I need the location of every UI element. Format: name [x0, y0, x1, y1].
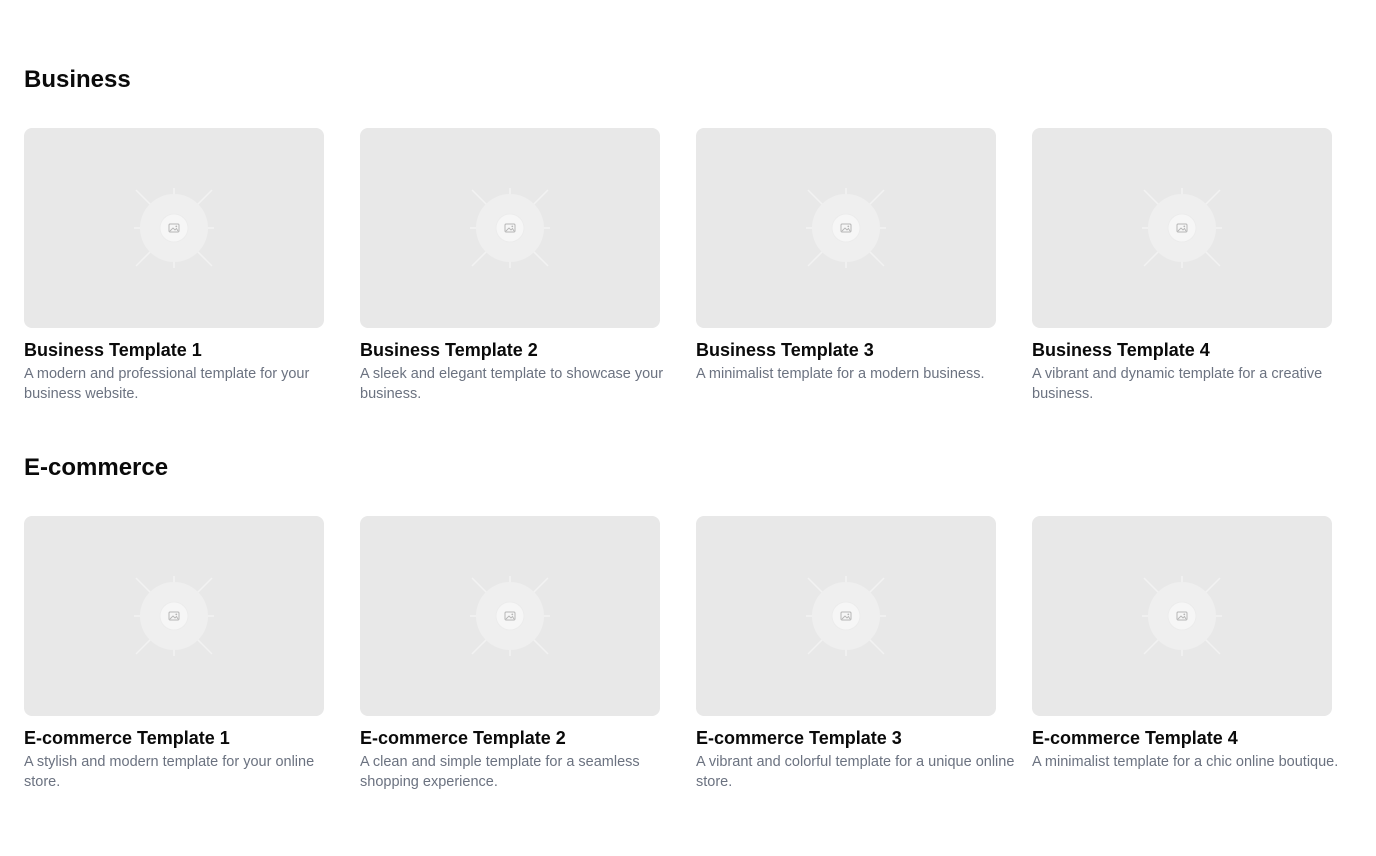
image-placeholder-icon: [1142, 576, 1222, 656]
template-title[interactable]: Business Template 3: [696, 339, 1026, 361]
template-card[interactable]: Business Template 1 A modern and profess…: [24, 128, 344, 402]
image-placeholder-icon: [806, 576, 886, 656]
template-title[interactable]: E-commerce Template 2: [360, 727, 690, 749]
template-card[interactable]: Business Template 4 A vibrant and dynami…: [1032, 128, 1352, 402]
template-grid: E-commerce Template 1 A stylish and mode…: [24, 516, 1364, 806]
image-placeholder-icon: [806, 188, 886, 268]
template-description: A sleek and elegant template to showcase…: [360, 366, 664, 402]
template-thumbnail[interactable]: [696, 516, 996, 716]
template-thumbnail[interactable]: [1032, 128, 1332, 328]
template-thumbnail[interactable]: [1032, 516, 1332, 716]
section-title: Business: [24, 66, 131, 93]
template-card[interactable]: E-commerce Template 1 A stylish and mode…: [24, 516, 344, 790]
template-card[interactable]: E-commerce Template 3 A vibrant and colo…: [696, 516, 1016, 790]
template-grid: Business Template 1 A modern and profess…: [24, 128, 1364, 418]
template-title[interactable]: E-commerce Template 1: [24, 727, 354, 749]
template-thumbnail[interactable]: [696, 128, 996, 328]
template-description: A minimalist template for a chic online …: [1032, 754, 1339, 770]
template-card[interactable]: Business Template 3 A minimalist templat…: [696, 128, 1016, 382]
template-card[interactable]: E-commerce Template 2 A clean and simple…: [360, 516, 680, 790]
ecommerce-section: E-commerce E-commerce Template 1 A styli…: [24, 452, 1364, 790]
section-title: E-commerce: [24, 454, 169, 481]
template-title[interactable]: Business Template 2: [360, 339, 690, 361]
template-thumbnail[interactable]: [360, 128, 660, 328]
image-placeholder-icon: [134, 576, 214, 656]
image-placeholder-icon: [134, 188, 214, 268]
templates-page: Business Business Template 1 A modern an…: [0, 0, 1376, 856]
template-thumbnail[interactable]: [360, 516, 660, 716]
image-placeholder-icon: [470, 576, 550, 656]
template-description: A modern and professional template for y…: [24, 366, 310, 402]
template-title[interactable]: Business Template 1: [24, 339, 354, 361]
image-placeholder-icon: [1142, 188, 1222, 268]
image-placeholder-icon: [470, 188, 550, 268]
template-description: A clean and simple template for a seamle…: [360, 754, 640, 790]
template-description: A vibrant and colorful template for a un…: [696, 754, 1015, 790]
template-title[interactable]: E-commerce Template 3: [696, 727, 1026, 749]
template-description: A stylish and modern template for your o…: [24, 754, 315, 790]
template-title[interactable]: E-commerce Template 4: [1032, 727, 1362, 749]
business-section: Business Business Template 1 A modern an…: [24, 64, 1364, 402]
template-card[interactable]: E-commerce Template 4 A minimalist templ…: [1032, 516, 1352, 770]
template-description: A vibrant and dynamic template for a cre…: [1032, 366, 1323, 402]
template-thumbnail[interactable]: [24, 516, 324, 716]
template-description: A minimalist template for a modern busin…: [696, 366, 985, 382]
template-thumbnail[interactable]: [24, 128, 324, 328]
template-card[interactable]: Business Template 2 A sleek and elegant …: [360, 128, 680, 402]
template-title[interactable]: Business Template 4: [1032, 339, 1362, 361]
